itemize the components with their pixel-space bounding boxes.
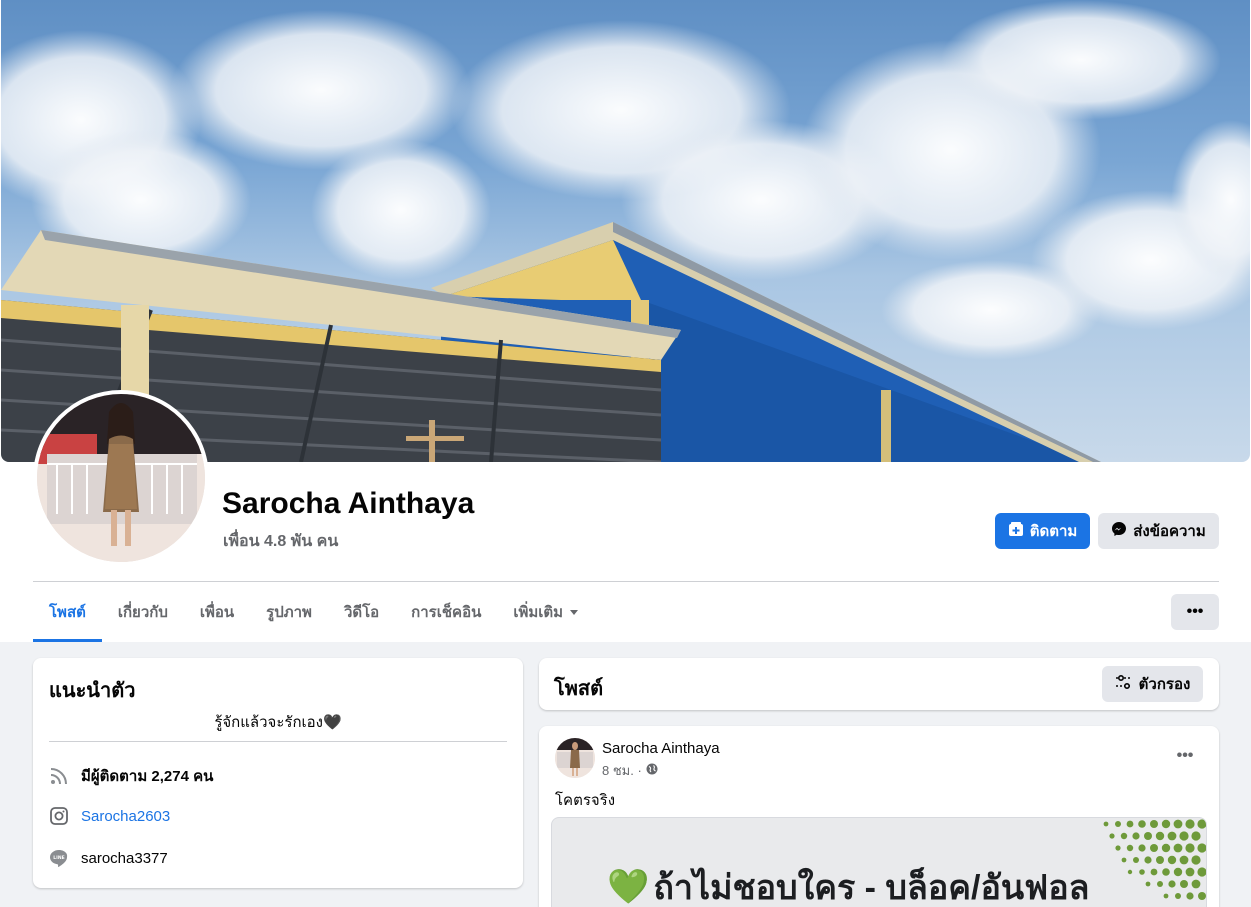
tab-videos[interactable]: วิดีโอ	[328, 582, 395, 642]
profile-avatar[interactable]	[33, 390, 209, 566]
filter-sliders-icon	[1115, 674, 1133, 694]
profile-friend-count[interactable]: เพื่อน 4.8 พัน คน	[223, 529, 338, 554]
line-app-icon: LINE	[49, 848, 69, 868]
tab-checkins-label: การเช็คอิน	[411, 604, 482, 621]
instagram-link[interactable]: Sarocha2603	[81, 808, 170, 825]
profile-photo-illustration	[37, 394, 205, 562]
filter-label: ตัวกรอง	[1138, 676, 1191, 693]
post-image[interactable]: 💚 ถ้าไม่ชอบใคร - บล็อค/อันฟอล	[551, 817, 1207, 907]
posts-title: โพสต์	[554, 678, 604, 700]
filter-button[interactable]: ตัวกรอง	[1102, 666, 1203, 702]
message-button[interactable]: ส่งข้อความ	[1098, 513, 1219, 549]
tab-photos-label: รูปภาพ	[266, 604, 312, 621]
tab-about-label: เกี่ยวกับ	[117, 604, 168, 621]
posts-header-card: โพสต์ ตัวกรอง	[539, 658, 1219, 710]
post-card: Sarocha Ainthaya 8 ชม. · ••• โคตรจริง 💚 …	[539, 726, 1219, 907]
more-options-button[interactable]: •••	[1171, 594, 1219, 630]
line-icon-text: LINE	[53, 855, 64, 861]
followers-count: มีผู้ติดตาม 2,274 คน	[81, 768, 214, 785]
post-author-name[interactable]: Sarocha Ainthaya	[602, 740, 720, 757]
tab-more-label: เพิ่มเติม	[513, 604, 564, 621]
post-text: โคตรจริง	[555, 792, 616, 809]
post-author-photo	[555, 738, 595, 778]
line-id: sarocha3377	[81, 849, 168, 867]
intro-bio: รู้จักแล้วจะรักเอง🖤	[214, 714, 342, 731]
intro-title: แนะนำตัว	[49, 680, 136, 702]
follow-label: ติดตาม	[1029, 523, 1078, 540]
follow-plus-icon	[1008, 521, 1024, 541]
post-author-avatar[interactable]	[555, 738, 595, 778]
ellipsis-icon: •••	[1176, 747, 1194, 764]
post-meta: 8 ชม. ·	[602, 760, 658, 781]
tab-friends-label: เพื่อน	[199, 604, 235, 621]
ellipsis-icon: •••	[1186, 603, 1204, 620]
tab-posts[interactable]: โพสต์	[33, 582, 102, 642]
profile-tabs: โพสต์ เกี่ยวกับ เพื่อน รูปภาพ วิดีโอ การ…	[33, 582, 594, 642]
intro-followers-row: มีผู้ติดตาม 2,274 คน	[49, 764, 213, 788]
tab-more[interactable]: เพิ่มเติม	[497, 582, 594, 642]
tab-photos[interactable]: รูปภาพ	[250, 582, 328, 642]
profile-name: Sarocha Ainthaya	[222, 487, 475, 520]
profile-photo	[37, 394, 205, 562]
post-options-button[interactable]: •••	[1167, 742, 1203, 770]
cover-photo-illustration	[1, 0, 1250, 462]
rss-icon	[49, 766, 69, 786]
tab-friends[interactable]: เพื่อน	[184, 582, 250, 642]
intro-card: แนะนำตัว รู้จักแล้วจะรักเอง🖤 มีผู้ติดตาม…	[33, 658, 523, 888]
cover-photo[interactable]	[1, 0, 1250, 462]
globe-icon	[646, 763, 658, 778]
post-image-caption: 💚 ถ้าไม่ชอบใคร - บล็อค/อันฟอล	[607, 860, 1089, 907]
follow-button[interactable]: ติดตาม	[995, 513, 1090, 549]
tab-checkins[interactable]: การเช็คอิน	[395, 582, 497, 642]
messenger-icon	[1111, 521, 1127, 541]
message-label: ส่งข้อความ	[1133, 523, 1206, 540]
chevron-down-icon	[570, 609, 579, 615]
instagram-icon	[49, 806, 69, 826]
green-heart-icon: 💚	[607, 868, 650, 906]
tab-videos-label: วิดีโอ	[343, 604, 380, 621]
post-timestamp[interactable]: 8 ชม. ·	[602, 760, 642, 781]
tab-about[interactable]: เกี่ยวกับ	[102, 582, 184, 642]
intro-instagram-row: Sarocha2603	[49, 806, 170, 826]
intro-line-row: LINE sarocha3377	[49, 848, 168, 868]
intro-divider	[49, 741, 507, 742]
tab-posts-label: โพสต์	[49, 604, 86, 621]
post-image-caption-text: ถ้าไม่ชอบใคร - บล็อค/อันฟอล	[653, 869, 1090, 907]
